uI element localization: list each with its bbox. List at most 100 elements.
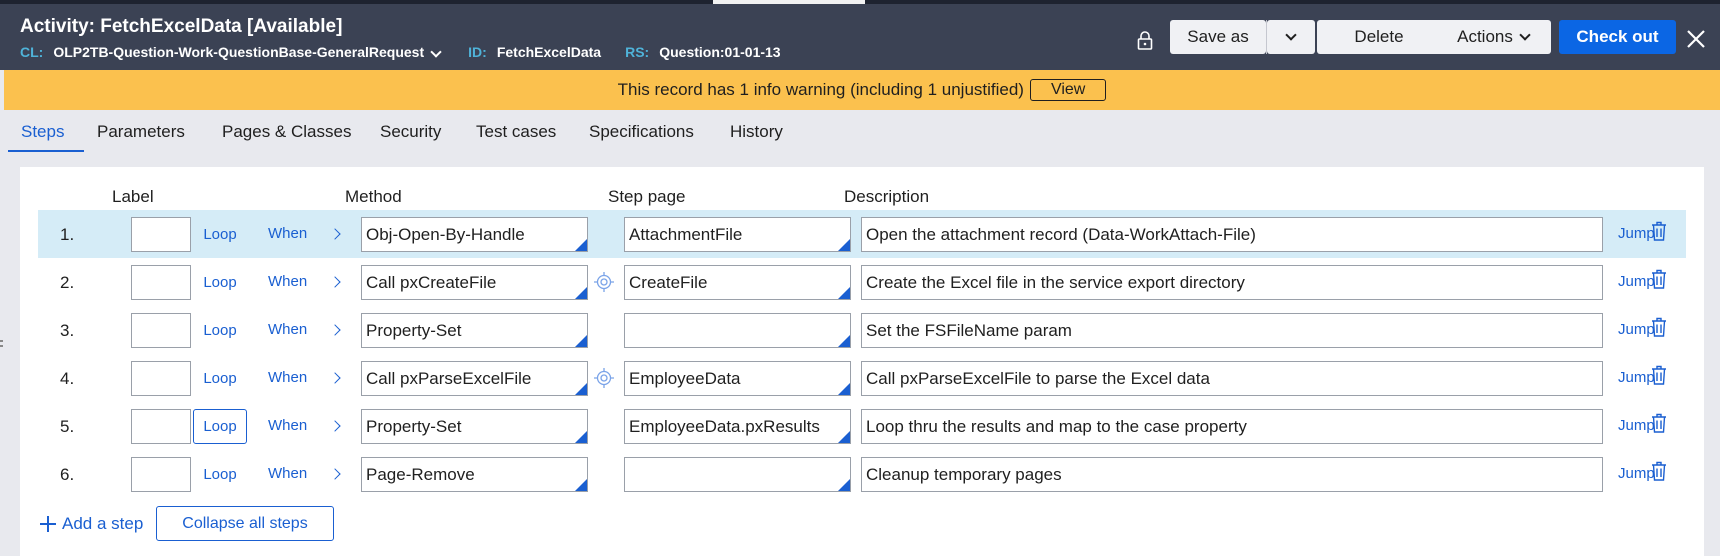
chevron-down-icon bbox=[1285, 29, 1297, 41]
trash-icon[interactable] bbox=[1650, 364, 1668, 386]
step-row[interactable]: 3. Loop When Property-Set Set the FSFile… bbox=[38, 306, 1686, 354]
step-label-input[interactable] bbox=[131, 265, 191, 300]
description-field[interactable]: Set the FSFileName param bbox=[861, 313, 1603, 348]
autocomplete-corner-icon bbox=[838, 431, 850, 443]
chevron-right-icon[interactable] bbox=[329, 468, 341, 480]
add-step-label: Add a step bbox=[62, 514, 144, 533]
when-link[interactable]: When bbox=[268, 465, 307, 482]
lock-icon bbox=[1137, 31, 1153, 50]
chevron-right-icon[interactable] bbox=[329, 228, 341, 240]
chevron-right-icon[interactable] bbox=[329, 372, 341, 384]
check-out-button[interactable]: Check out bbox=[1559, 20, 1676, 54]
loop-link[interactable]: Loop bbox=[193, 265, 247, 300]
chevron-right-icon[interactable] bbox=[329, 276, 341, 288]
cl-key: CL: bbox=[20, 44, 44, 60]
panel-resize-handle[interactable] bbox=[0, 340, 4, 352]
step-label-input[interactable] bbox=[131, 313, 191, 348]
method-field[interactable]: Obj-Open-By-Handle bbox=[361, 217, 588, 252]
delete-button[interactable]: Delete bbox=[1317, 20, 1441, 54]
trash-icon[interactable] bbox=[1650, 460, 1668, 482]
tab-test-cases[interactable]: Test cases bbox=[476, 122, 556, 142]
step-page-column-header: Step page bbox=[608, 187, 686, 206]
autocomplete-corner-icon bbox=[575, 239, 587, 251]
step-label-input[interactable] bbox=[131, 361, 191, 396]
tab-specifications[interactable]: Specifications bbox=[589, 122, 694, 142]
tab-history[interactable]: History bbox=[730, 122, 783, 142]
step-row[interactable]: 4. Loop When Call pxParseExcelFile Emplo… bbox=[38, 354, 1686, 402]
loop-link[interactable]: Loop bbox=[193, 313, 247, 348]
active-tab-indicator bbox=[8, 150, 84, 152]
step-row[interactable]: 2. Loop When Call pxCreateFile CreateFil… bbox=[38, 258, 1686, 306]
method-field[interactable]: Page-Remove bbox=[361, 457, 588, 492]
step-page-field[interactable] bbox=[624, 313, 851, 348]
tab-security[interactable]: Security bbox=[380, 122, 441, 142]
label-column-header: Label bbox=[112, 187, 154, 206]
warning-banner: This record has 1 info warning (includin… bbox=[4, 70, 1720, 110]
id-key: ID: bbox=[468, 44, 487, 60]
description-field[interactable]: Open the attachment record (Data-WorkAtt… bbox=[861, 217, 1603, 252]
tab-steps[interactable]: Steps bbox=[21, 122, 64, 142]
method-field[interactable]: Call pxParseExcelFile bbox=[361, 361, 588, 396]
autocomplete-corner-icon bbox=[838, 335, 850, 347]
step-number: 4. bbox=[60, 369, 75, 388]
step-row[interactable]: 1. Loop When Obj-Open-By-Handle Attachme… bbox=[38, 210, 1686, 258]
when-link[interactable]: When bbox=[268, 369, 307, 386]
description-field[interactable]: Create the Excel file in the service exp… bbox=[861, 265, 1603, 300]
add-step-button[interactable]: Add a step bbox=[40, 514, 143, 534]
step-row[interactable]: 6. Loop When Page-Remove Cleanup tempora… bbox=[38, 450, 1686, 498]
class-value[interactable]: OLP2TB-Question-Work-QuestionBase-Genera… bbox=[53, 44, 424, 60]
step-number: 3. bbox=[60, 321, 75, 340]
step-label-input[interactable] bbox=[131, 217, 191, 252]
trash-icon[interactable] bbox=[1650, 412, 1668, 434]
step-page-field[interactable] bbox=[624, 457, 851, 492]
loop-link[interactable]: Loop bbox=[193, 361, 247, 396]
step-row[interactable]: 5. Loop When Property-Set EmployeeData.p… bbox=[38, 402, 1686, 450]
autocomplete-corner-icon bbox=[838, 287, 850, 299]
method-field[interactable]: Call pxCreateFile bbox=[361, 265, 588, 300]
method-field[interactable]: Property-Set bbox=[361, 409, 588, 444]
save-as-menu-button[interactable] bbox=[1267, 20, 1315, 54]
description-field[interactable]: Loop thru the results and map to the cas… bbox=[861, 409, 1603, 444]
chevron-right-icon[interactable] bbox=[329, 324, 341, 336]
trash-icon[interactable] bbox=[1650, 220, 1668, 242]
step-page-field[interactable]: EmployeeData bbox=[624, 361, 851, 396]
plus-icon bbox=[40, 516, 56, 532]
step-page-field[interactable]: EmployeeData.pxResults bbox=[624, 409, 851, 444]
autocomplete-corner-icon bbox=[838, 239, 850, 251]
autocomplete-corner-icon bbox=[575, 479, 587, 491]
trash-icon[interactable] bbox=[1650, 268, 1668, 290]
step-label-input[interactable] bbox=[131, 409, 191, 444]
description-field[interactable]: Cleanup temporary pages bbox=[861, 457, 1603, 492]
autocomplete-corner-icon bbox=[838, 383, 850, 395]
loop-link-active[interactable]: Loop bbox=[193, 409, 247, 444]
description-field[interactable]: Call pxParseExcelFile to parse the Excel… bbox=[861, 361, 1603, 396]
trash-icon[interactable] bbox=[1650, 316, 1668, 338]
chevron-right-icon[interactable] bbox=[329, 420, 341, 432]
view-warnings-button[interactable]: View bbox=[1029, 79, 1107, 101]
steps-panel: Label Method Step page Description 1. Lo… bbox=[20, 167, 1704, 556]
tab-parameters[interactable]: Parameters bbox=[97, 122, 185, 142]
step-page-field[interactable]: AttachmentFile bbox=[624, 217, 851, 252]
autocomplete-corner-icon bbox=[575, 431, 587, 443]
actions-button[interactable]: Actions bbox=[1435, 20, 1551, 54]
when-link[interactable]: When bbox=[268, 273, 307, 290]
when-link[interactable]: When bbox=[268, 321, 307, 338]
tab-pages-classes[interactable]: Pages & Classes bbox=[222, 122, 351, 142]
loop-link[interactable]: Loop bbox=[193, 457, 247, 492]
save-as-button[interactable]: Save as bbox=[1170, 20, 1266, 54]
step-label-input[interactable] bbox=[131, 457, 191, 492]
when-link[interactable]: When bbox=[268, 225, 307, 242]
loop-link[interactable]: Loop bbox=[193, 217, 247, 252]
when-link[interactable]: When bbox=[268, 417, 307, 434]
collapse-all-steps-button[interactable]: Collapse all steps bbox=[156, 506, 334, 541]
step-number: 6. bbox=[60, 465, 75, 484]
open-rule-target-icon[interactable] bbox=[593, 271, 615, 293]
open-rule-target-icon[interactable] bbox=[593, 367, 615, 389]
step-page-field[interactable]: CreateFile bbox=[624, 265, 851, 300]
method-column-header: Method bbox=[345, 187, 402, 206]
method-field[interactable]: Property-Set bbox=[361, 313, 588, 348]
close-icon[interactable] bbox=[1685, 28, 1707, 50]
chevron-down-icon[interactable] bbox=[430, 46, 442, 58]
ruleset-value: Question:01-01-13 bbox=[659, 44, 781, 60]
step-number: 1. bbox=[60, 225, 75, 244]
